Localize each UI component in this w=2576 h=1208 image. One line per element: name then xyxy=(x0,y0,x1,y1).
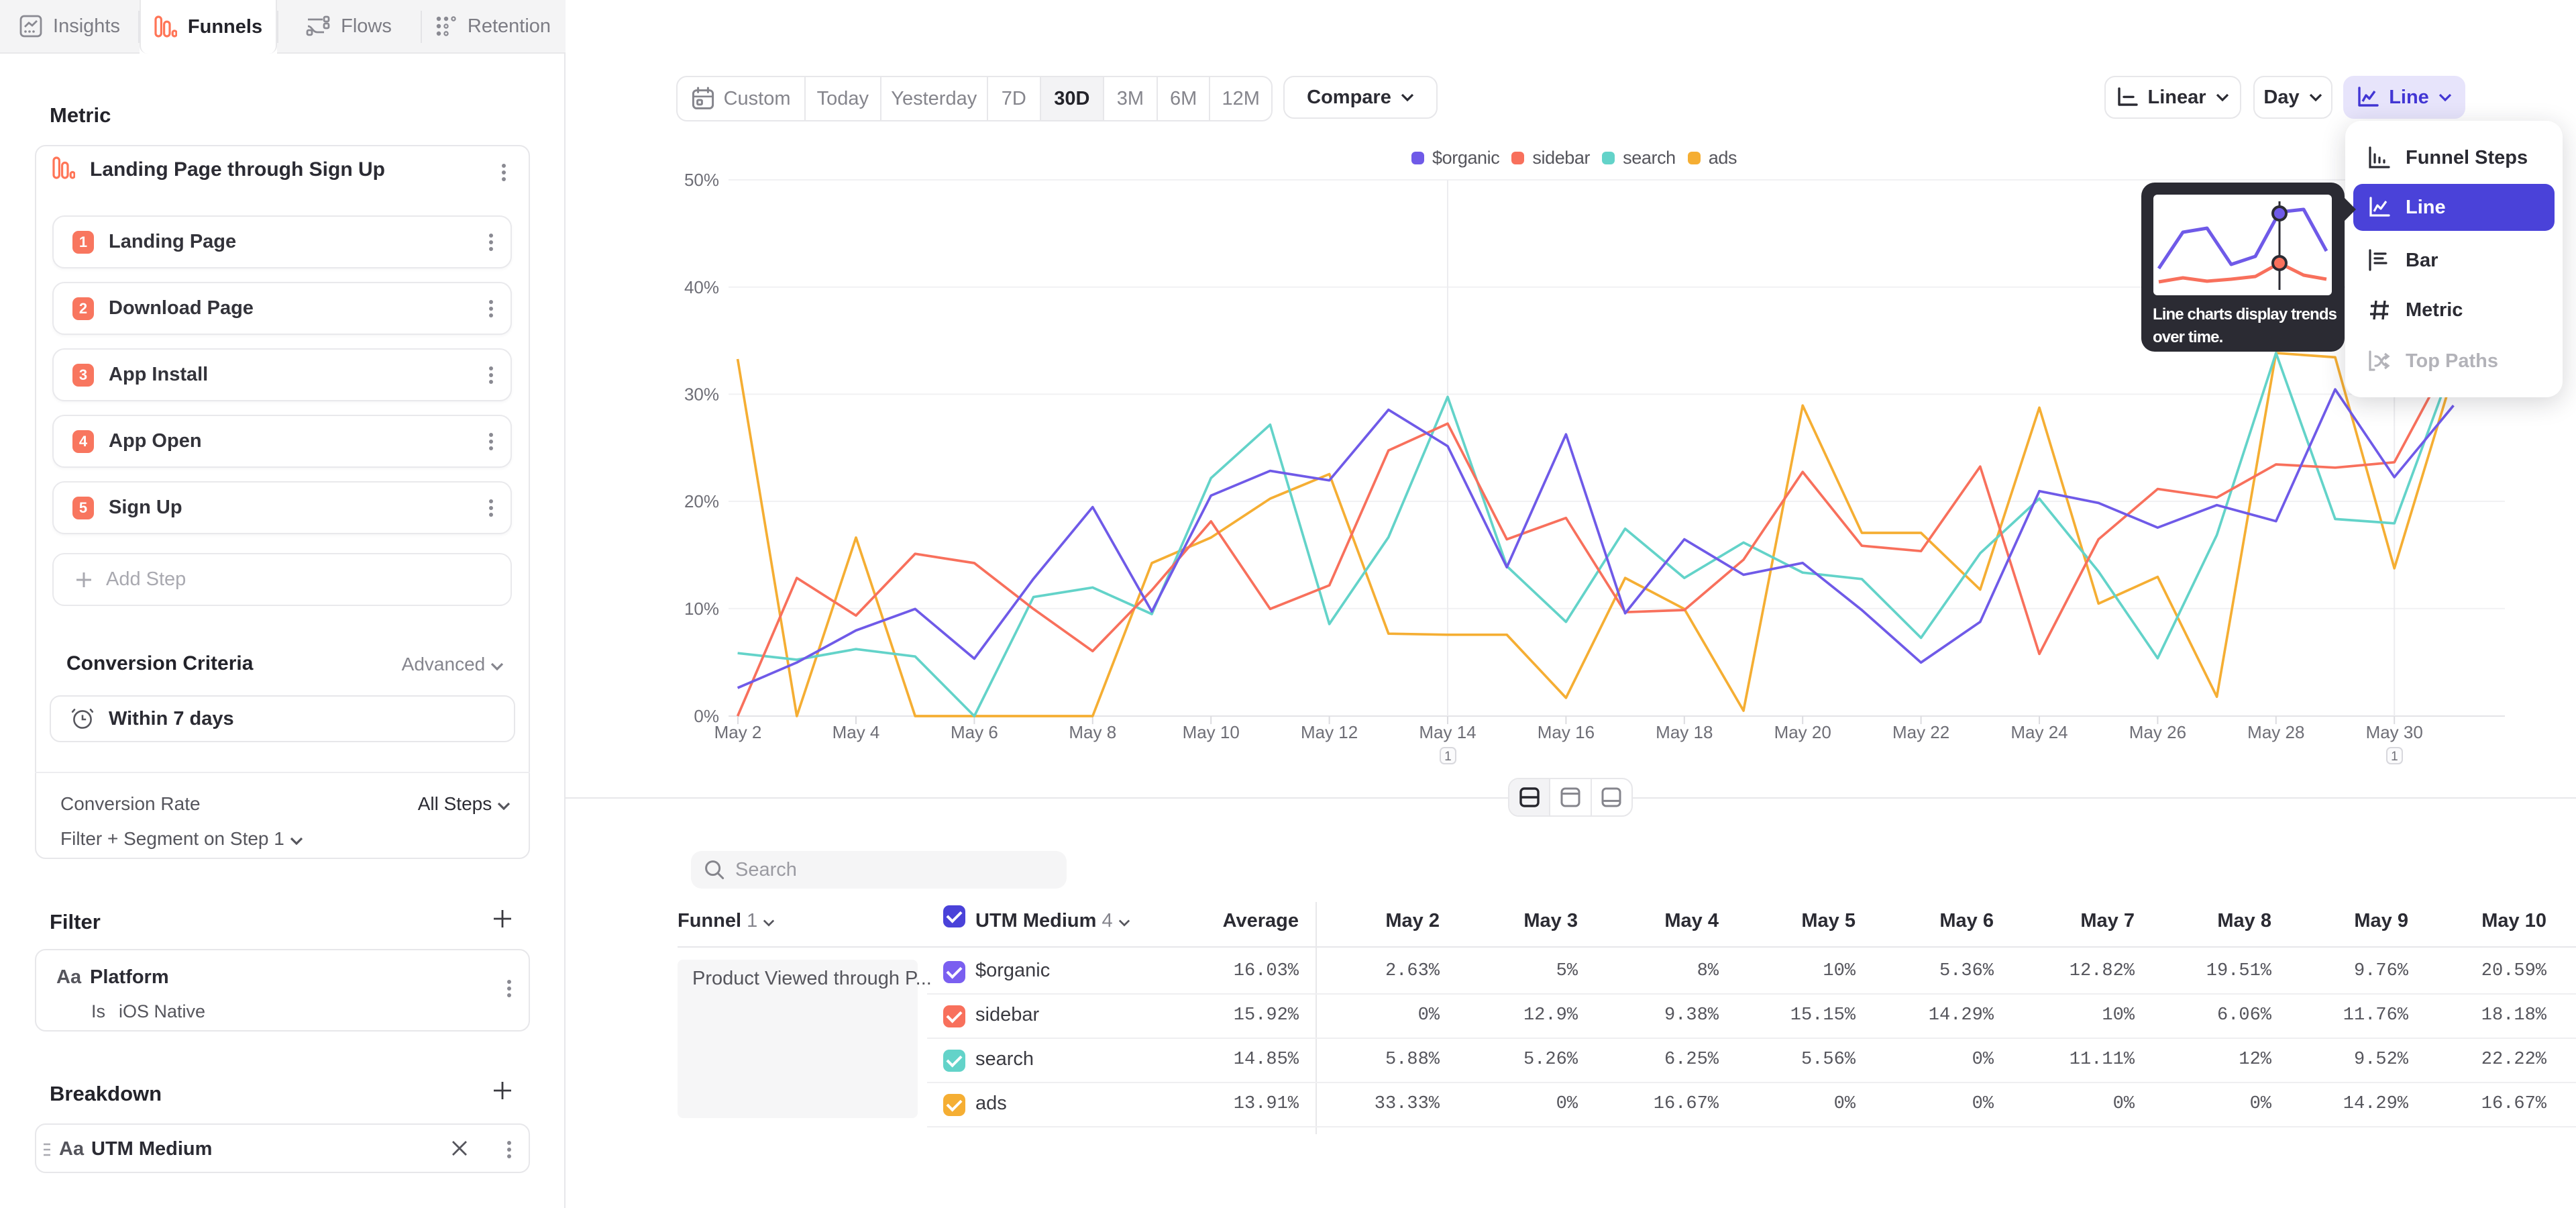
svg-text:May 18: May 18 xyxy=(1656,722,1713,742)
svg-text:May 8: May 8 xyxy=(1069,722,1116,742)
svg-text:May 22: May 22 xyxy=(1892,722,1949,742)
svg-text:May 2: May 2 xyxy=(714,722,762,742)
svg-text:May 16: May 16 xyxy=(1538,722,1595,742)
svg-text:May 30: May 30 xyxy=(2366,722,2423,742)
svg-text:May 12: May 12 xyxy=(1301,722,1358,742)
svg-text:May 6: May 6 xyxy=(951,722,998,742)
svg-text:May 24: May 24 xyxy=(2010,722,2068,742)
svg-text:50%: 50% xyxy=(684,170,719,190)
svg-text:1: 1 xyxy=(2391,750,2398,764)
svg-text:40%: 40% xyxy=(684,277,719,297)
svg-text:May 10: May 10 xyxy=(1183,722,1240,742)
svg-text:20%: 20% xyxy=(684,491,719,511)
svg-text:10%: 10% xyxy=(684,599,719,619)
svg-text:1: 1 xyxy=(1444,750,1452,764)
svg-text:May 4: May 4 xyxy=(833,722,880,742)
svg-text:May 28: May 28 xyxy=(2247,722,2304,742)
svg-text:May 14: May 14 xyxy=(1419,722,1476,742)
svg-text:30%: 30% xyxy=(684,384,719,404)
svg-text:May 26: May 26 xyxy=(2129,722,2186,742)
svg-text:May 20: May 20 xyxy=(1774,722,1831,742)
